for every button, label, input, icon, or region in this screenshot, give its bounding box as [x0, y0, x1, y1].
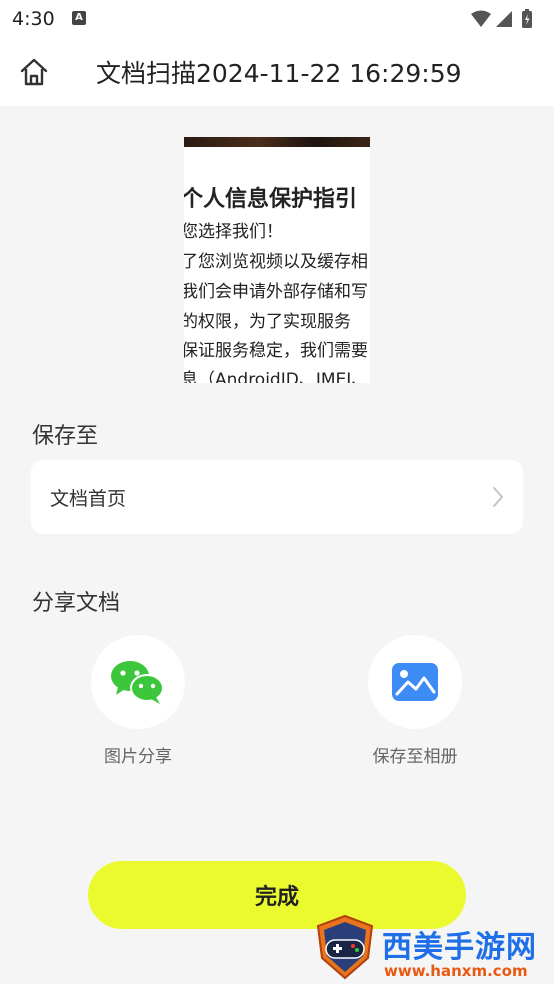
battery-icon: [522, 9, 532, 28]
save-to-album-label: 保存至相册: [372, 747, 458, 767]
watermark: 西美手游网 www.hanxm.com: [312, 914, 552, 984]
preview-heading: 个人信息保护指引: [184, 187, 358, 212]
signal-icon: [496, 11, 512, 27]
share-image-button[interactable]: 图片分享: [73, 635, 203, 767]
preview-line: 息（AndroidID、IMEI、: [184, 370, 369, 383]
gamepad-shield-logo: [316, 914, 374, 980]
share-image-circle: [91, 635, 185, 729]
document-preview[interactable]: 个人信息保护指引 您选择我们！ 了您浏览视频以及缓存相 我们会申请外部存储和写 …: [184, 137, 370, 383]
wifi-icon: [471, 10, 491, 27]
watermark-text: 西美手游网: [382, 930, 537, 965]
preview-image-strip: [184, 137, 370, 147]
share-section-label: 分享文档: [32, 591, 121, 616]
status-time: 4:30: [12, 8, 55, 30]
a-icon: A: [72, 11, 86, 25]
share-image-label: 图片分享: [104, 747, 172, 767]
preview-line: 了您浏览视频以及缓存相: [184, 252, 368, 272]
save-to-album-circle: [368, 635, 462, 729]
status-icons: [471, 9, 532, 28]
home-icon: [20, 58, 48, 86]
save-to-album-button[interactable]: 保存至相册: [350, 635, 480, 767]
watermark-url: www.hanxm.com: [384, 962, 528, 980]
save-destination-selector[interactable]: 文档首页: [31, 460, 523, 534]
page-title: 文档扫描2024-11-22 16:29:59: [96, 59, 462, 88]
chevron-right-icon: [493, 487, 503, 507]
status-bar: 4:30 A: [0, 0, 554, 40]
preview-line: 保证服务稳定，我们需要: [184, 341, 368, 361]
preview-line: 的权限，为了实现服务: [184, 312, 351, 332]
wechat-icon: [111, 661, 164, 704]
preview-line: 我们会申请外部存储和写: [184, 282, 368, 302]
save-section-label: 保存至: [32, 424, 99, 449]
preview-line: 您选择我们！: [184, 222, 283, 242]
home-button[interactable]: [14, 52, 54, 92]
save-destination-label: 文档首页: [50, 488, 127, 510]
app-header: 文档扫描2024-11-22 16:29:59: [0, 40, 554, 106]
gallery-icon: [392, 663, 438, 701]
